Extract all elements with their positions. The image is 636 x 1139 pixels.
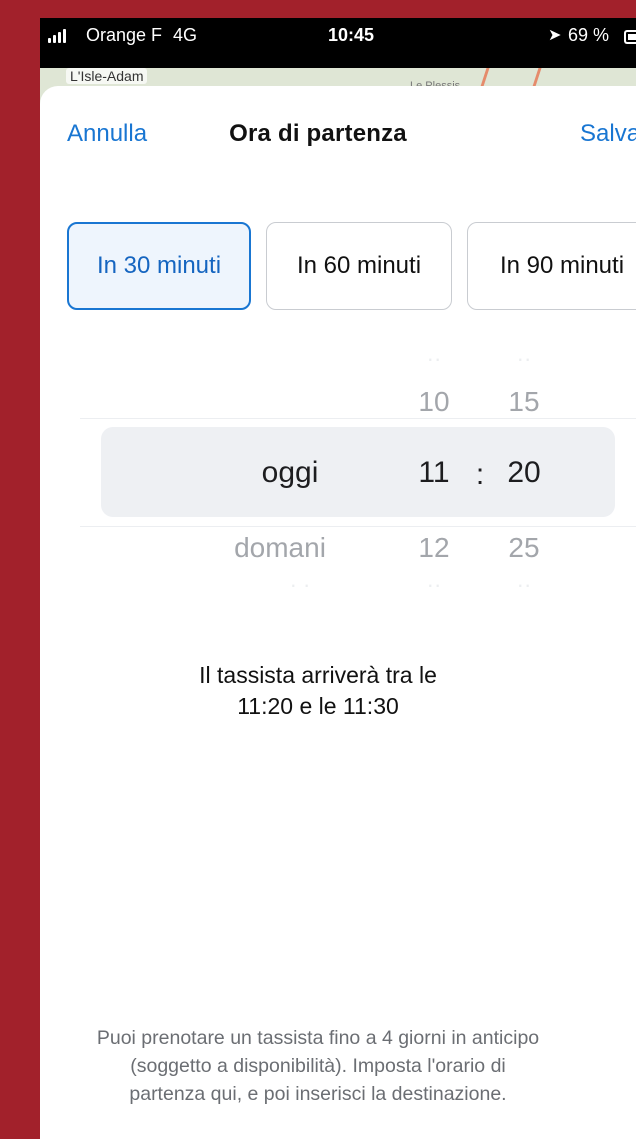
footnote-line-1: Puoi prenotare un tassista fino a 4 gior… (96, 1027, 540, 1049)
picker-day-next[interactable]: domani (210, 532, 350, 564)
picker-minute-selected[interactable]: 20 (496, 456, 552, 490)
arrival-line-1: Il tassista arriverà tra le (199, 662, 437, 688)
picker-separator: : (475, 458, 485, 491)
carrier-name: Orange F (86, 25, 163, 45)
option-60-minutes[interactable]: In 60 minuti (266, 222, 452, 310)
option-30-minutes[interactable]: In 30 minuti (67, 222, 251, 310)
location-arrow-icon: ➤ (548, 27, 562, 44)
picker-hour-prev[interactable]: 10 (406, 386, 462, 418)
footnote-line-2: (soggetto a disponibilità). Imposta l'or… (130, 1055, 506, 1077)
departure-time-sheet: Annulla Ora di partenza Salva In 30 minu… (40, 86, 636, 1139)
arrival-window-text: Il tassista arriverà tra le 11:20 e le 1… (40, 660, 636, 722)
picker-day-selected[interactable]: oggi (230, 456, 350, 490)
arrival-line-2: 11:20 e le 11:30 (237, 693, 399, 719)
battery-icon (624, 30, 636, 44)
map-place-label: L'Isle-Adam (66, 68, 148, 84)
option-90-minutes[interactable]: In 90 minuti (467, 222, 636, 310)
status-time: 10:45 (328, 25, 375, 45)
status-bar: Orange F 4G 10:45 ➤ 69 % (40, 18, 636, 54)
footnote-line-3: partenza qui, e poi inserisci la destina… (129, 1083, 507, 1105)
quick-time-options: In 30 minuti In 60 minuti In 90 minuti (67, 222, 636, 310)
picker-hour-selected[interactable]: 11 (406, 456, 462, 490)
time-picker[interactable]: ·· ·· 10 15 oggi 11 : 20 domani 12 25 · … (40, 346, 636, 597)
signal-icon (48, 29, 66, 43)
picker-hour-next[interactable]: 12 (406, 532, 462, 564)
network-type: 4G (173, 25, 198, 45)
sheet-title: Ora di partenza (229, 120, 407, 147)
booking-info-text: Puoi prenotare un tassista fino a 4 gior… (40, 1024, 636, 1108)
phone-screen: Orange F 4G 10:45 ➤ 69 % L'Isle-Adam Le … (40, 18, 636, 1139)
battery-percentage: 69 % (568, 25, 610, 45)
save-button[interactable]: Salva (580, 120, 636, 148)
picker-minute-next[interactable]: 25 (496, 532, 552, 564)
picker-minute-prev[interactable]: 15 (496, 386, 552, 418)
